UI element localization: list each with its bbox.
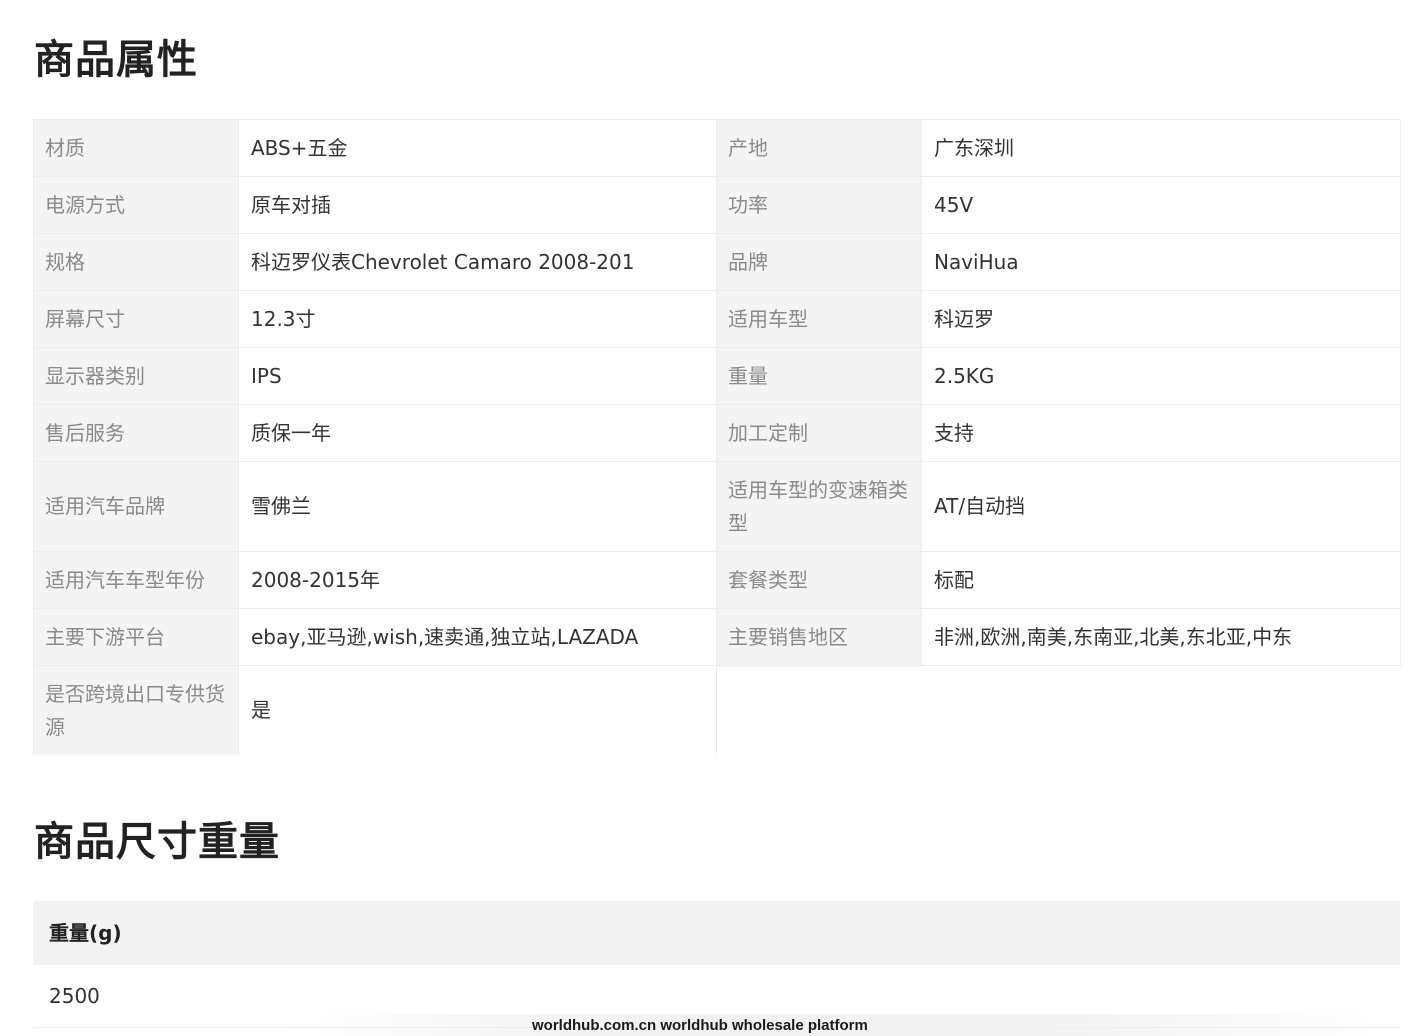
attr-key: 电源方式	[33, 176, 239, 234]
product-detail-page: 商品属性 材质 ABS+五金 产地 广东深圳 电源方式 原车对插 功率 45V …	[0, 0, 1416, 1036]
attr-key: 屏幕尺寸	[33, 290, 239, 348]
attr-value: 质保一年	[238, 404, 717, 462]
attr-value: 雪佛兰	[238, 461, 717, 552]
table-row: 适用汽车车型年份 2008-2015年 套餐类型 标配	[33, 551, 1401, 609]
empty-cell	[716, 665, 1401, 755]
attr-key: 产地	[716, 119, 922, 177]
attr-key: 适用车型的变速箱类型	[716, 461, 922, 552]
attr-key: 主要销售地区	[716, 608, 922, 666]
attr-key: 套餐类型	[716, 551, 922, 609]
attr-value: ABS+五金	[238, 119, 717, 177]
attr-value: 2.5KG	[921, 347, 1401, 405]
table-row: 材质 ABS+五金 产地 广东深圳	[33, 119, 1401, 177]
table-row: 屏幕尺寸 12.3寸 适用车型 科迈罗	[33, 290, 1401, 348]
attr-value: 12.3寸	[238, 290, 717, 348]
attr-key: 材质	[33, 119, 239, 177]
attr-value: 科迈罗	[921, 290, 1401, 348]
table-row: 适用汽车品牌 雪佛兰 适用车型的变速箱类型 AT/自动挡	[33, 461, 1401, 552]
attr-value: 非洲,欧洲,南美,东南亚,北美,东北亚,中东	[921, 608, 1401, 666]
attr-key: 品牌	[716, 233, 922, 291]
section-title-size-weight: 商品尺寸重量	[34, 819, 280, 865]
weight-column-header: 重量(g)	[33, 901, 1400, 965]
attr-key: 适用汽车品牌	[33, 461, 239, 552]
table-row: 主要下游平台 ebay,亚马逊,wish,速卖通,独立站,LAZADA 主要销售…	[33, 608, 1401, 666]
attributes-table: 材质 ABS+五金 产地 广东深圳 电源方式 原车对插 功率 45V 规格 科迈…	[33, 119, 1401, 755]
attr-value: 45V	[921, 176, 1401, 234]
attr-key: 重量	[716, 347, 922, 405]
attr-value: 原车对插	[238, 176, 717, 234]
attr-key: 适用车型	[716, 290, 922, 348]
attr-value: 是	[238, 665, 717, 755]
table-row: 是否跨境出口专供货源 是	[33, 665, 1401, 755]
table-row: 显示器类别 IPS 重量 2.5KG	[33, 347, 1401, 405]
attr-value: 2008-2015年	[238, 551, 717, 609]
attr-key: 售后服务	[33, 404, 239, 462]
attr-key: 适用汽车车型年份	[33, 551, 239, 609]
watermark-text: worldhub.com.cn worldhub wholesale platf…	[532, 1017, 868, 1034]
attr-value: 支持	[921, 404, 1401, 462]
size-weight-table: 重量(g) 2500	[33, 901, 1400, 1028]
attr-value: NaviHua	[921, 233, 1401, 291]
attr-value: 标配	[921, 551, 1401, 609]
table-row: 售后服务 质保一年 加工定制 支持	[33, 404, 1401, 462]
attr-value: IPS	[238, 347, 717, 405]
table-row: 电源方式 原车对插 功率 45V	[33, 176, 1401, 234]
attr-value: ebay,亚马逊,wish,速卖通,独立站,LAZADA	[238, 608, 717, 666]
section-title-attributes: 商品属性	[34, 37, 198, 83]
attr-value: 广东深圳	[921, 119, 1401, 177]
table-row: 规格 科迈罗仪表Chevrolet Camaro 2008-201 品牌 Nav…	[33, 233, 1401, 291]
attr-key: 规格	[33, 233, 239, 291]
attr-key: 主要下游平台	[33, 608, 239, 666]
attr-key: 显示器类别	[33, 347, 239, 405]
attr-key: 功率	[716, 176, 922, 234]
attr-key: 加工定制	[716, 404, 922, 462]
attr-key: 是否跨境出口专供货源	[33, 665, 239, 755]
attr-value: AT/自动挡	[921, 461, 1401, 552]
attr-value: 科迈罗仪表Chevrolet Camaro 2008-201	[238, 233, 717, 291]
